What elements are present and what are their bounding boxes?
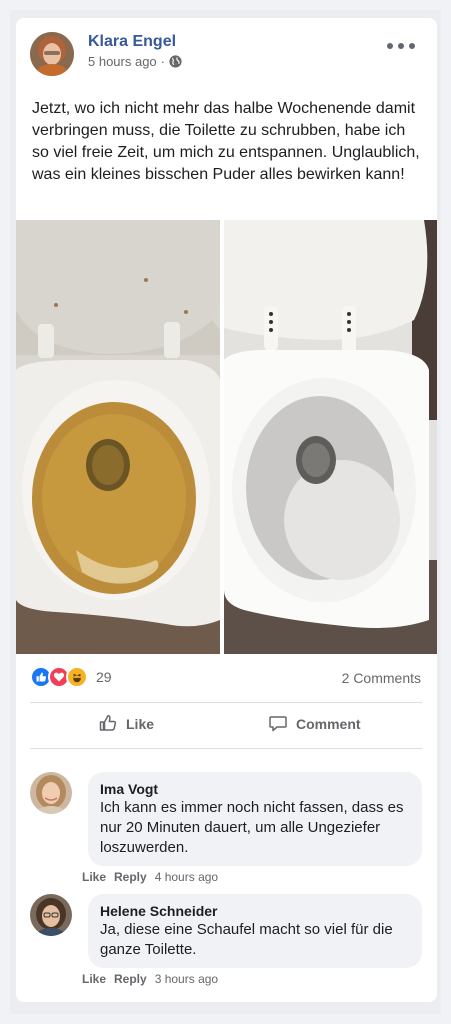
globe-icon <box>169 55 182 68</box>
comment-time[interactable]: 3 hours ago <box>155 972 218 986</box>
comment-like-link[interactable]: Like <box>82 870 106 884</box>
comment-reply-link[interactable]: Reply <box>114 972 147 986</box>
dot-icon <box>398 43 404 49</box>
commenter-avatar[interactable] <box>30 894 72 936</box>
haha-reaction-icon <box>66 666 88 688</box>
commenter-name[interactable]: Ima Vogt <box>100 780 410 798</box>
post-header: Klara Engel 5 hours ago · <box>16 18 437 90</box>
thumbs-up-icon <box>98 713 118 736</box>
comment-text: Ich kann es immer noch nicht fassen, das… <box>100 799 404 856</box>
comment-label: Comment <box>296 716 361 732</box>
comment-actions: Like Reply 4 hours ago <box>82 870 218 884</box>
author-name[interactable]: Klara Engel <box>88 33 176 51</box>
post-photos[interactable] <box>16 220 437 654</box>
post-time[interactable]: 5 hours ago <box>88 54 157 69</box>
after-photo[interactable] <box>224 220 437 654</box>
comment-bubble: Helene Schneider Ja, diese eine Schaufel… <box>88 894 422 968</box>
divider <box>30 702 422 703</box>
reactions-summary[interactable]: 29 <box>30 666 112 688</box>
comments-count-link[interactable]: 2 Comments <box>342 670 421 686</box>
comment-text: Ja, diese eine Schaufel macht so viel fü… <box>100 921 393 958</box>
like-button[interactable]: Like <box>98 710 154 738</box>
post-card: Klara Engel 5 hours ago · Jetzt, wo ich … <box>16 18 437 1002</box>
comment-reply-link[interactable]: Reply <box>114 870 147 884</box>
meta-separator: · <box>160 54 166 69</box>
comment-actions: Like Reply 3 hours ago <box>82 972 218 986</box>
post-text: Jetzt, wo ich nicht mehr das halbe Woche… <box>32 100 420 183</box>
divider <box>30 748 422 749</box>
comment-button[interactable]: Comment <box>268 710 361 738</box>
comment-time[interactable]: 4 hours ago <box>155 870 218 884</box>
comment-bubble-icon <box>268 713 288 736</box>
author-avatar[interactable] <box>30 32 74 76</box>
like-label: Like <box>126 716 155 732</box>
dot-icon <box>387 43 393 49</box>
post-meta: 5 hours ago · <box>88 54 182 69</box>
reactions-count: 29 <box>96 669 112 685</box>
comment-like-link[interactable]: Like <box>82 972 106 986</box>
comment-bubble: Ima Vogt Ich kann es immer noch nicht fa… <box>88 772 422 866</box>
commenter-name[interactable]: Helene Schneider <box>100 902 410 920</box>
dot-icon <box>409 43 415 49</box>
more-options-button[interactable] <box>387 36 415 56</box>
commenter-avatar[interactable] <box>30 772 72 814</box>
before-photo[interactable] <box>16 220 220 654</box>
